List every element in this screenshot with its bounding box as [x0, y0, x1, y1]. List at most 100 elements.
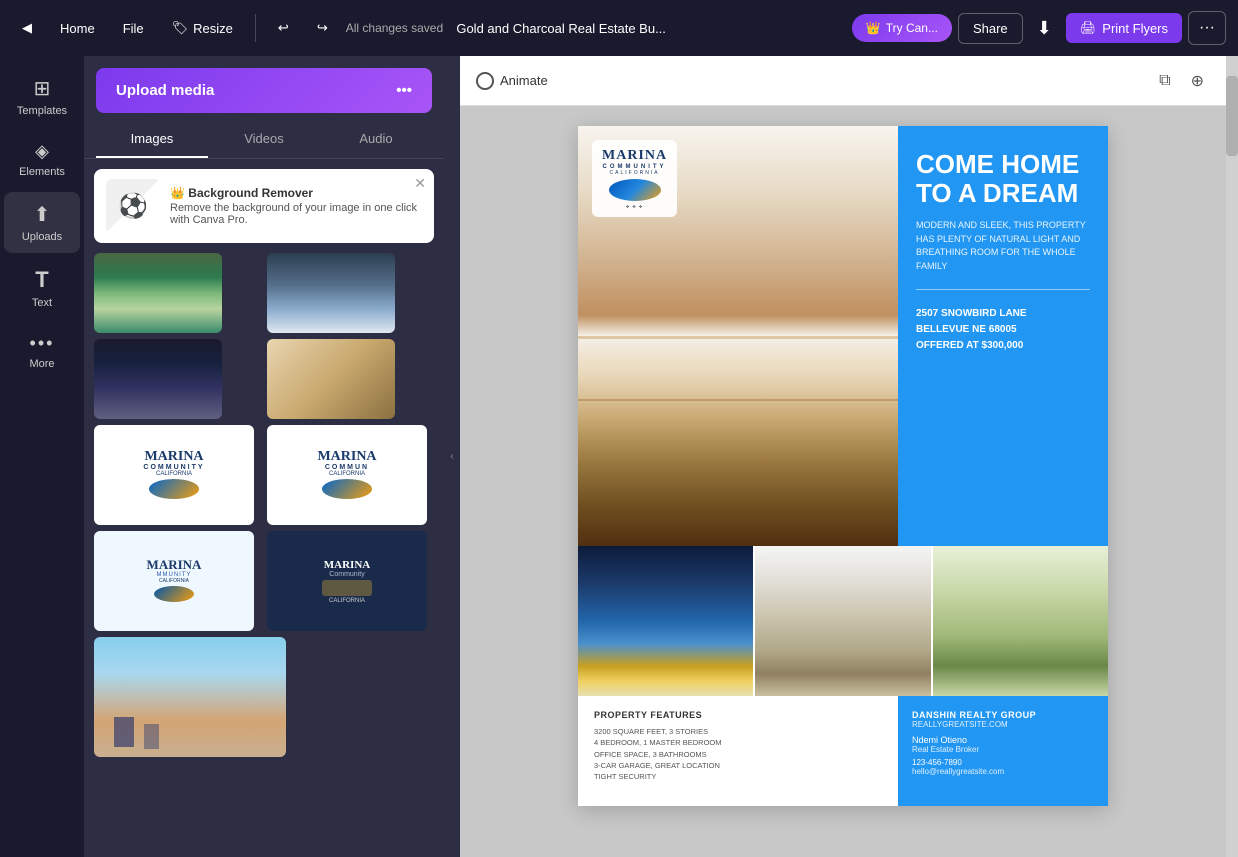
address-line3: OFFERED AT $300,000 [916, 338, 1090, 354]
more-label: More [29, 358, 54, 370]
more-icon: ••• [30, 333, 55, 354]
try-can-label: Try Can... [886, 21, 938, 35]
tab-videos[interactable]: Videos [208, 121, 320, 158]
bg-remover-desc: Remove the background of your image in o… [170, 202, 422, 226]
agent-email: hello@reallygreatsite.com [912, 767, 1094, 776]
feature-1: 3200 SQUARE FEET, 3 STORIES [594, 726, 882, 737]
sidebar-item-text[interactable]: T Text [4, 257, 80, 319]
panel-tabs: Images Videos Audio [84, 121, 444, 159]
text-label: Text [32, 297, 52, 309]
download-button[interactable]: ⬇ [1029, 12, 1060, 45]
resize-button[interactable]: 🏷 Resize [162, 14, 243, 42]
address-line2: BELLEVUE NE 68005 [916, 322, 1090, 338]
undo-icon: ↩ [278, 20, 289, 36]
file-button[interactable]: File [113, 15, 154, 42]
canvas-toolbar-right: ⧉ ⊕ [1153, 67, 1210, 95]
sidebar-item-uploads[interactable]: ⬆ Uploads [4, 192, 80, 253]
text-icon: T [35, 267, 48, 293]
agent-name: Ndemi Otieno [912, 735, 1094, 745]
canvas-area: Animate ⧉ ⊕ M [460, 56, 1226, 857]
bg-remover-title: 👑 Background Remover [170, 186, 422, 200]
print-button[interactable]: 🖨 Print Flyers [1066, 13, 1182, 43]
upload-label: Upload media [116, 82, 214, 99]
list-item[interactable] [94, 339, 222, 419]
print-icon: 🖨 [1080, 20, 1097, 36]
print-label: Print Flyers [1102, 21, 1168, 36]
copy-icon: ⧉ [1159, 72, 1170, 89]
try-canva-button[interactable]: 👑 Try Can... [852, 14, 952, 42]
undo-button[interactable]: ↩ [268, 14, 299, 42]
list-item[interactable]: MARINA COMMUN CALIFORNIA [267, 425, 427, 525]
file-label: File [123, 21, 144, 36]
panel-collapse-handle[interactable]: ‹ [444, 56, 460, 857]
agent-phone: 123-456-7890 [912, 758, 1094, 767]
copy-icon-button[interactable]: ⧉ [1153, 67, 1176, 95]
sidebar-item-templates[interactable]: ⊞ Templates [4, 66, 80, 127]
marina-logo-overlay: MARINA Community CALIFORNIA ✤ ✤ ✤ [592, 140, 677, 217]
close-banner-button[interactable]: ✕ [414, 175, 426, 192]
features-title: PROPERTY FEATURES [594, 710, 882, 720]
home-button[interactable]: Home [50, 15, 105, 42]
upload-media-button[interactable]: Upload media ••• [96, 68, 432, 113]
media-panel: Upload media ••• Images Videos Audio ⚽ [84, 56, 444, 857]
tab-images[interactable]: Images [96, 121, 208, 158]
list-item[interactable] [267, 339, 395, 419]
list-item[interactable] [267, 253, 395, 333]
canvas-toolbar: Animate ⧉ ⊕ [460, 56, 1226, 106]
list-item[interactable]: MARINA Community CALIFORNIA [267, 531, 427, 631]
uploads-label: Uploads [22, 231, 62, 243]
add-icon-button[interactable]: ⊕ [1185, 67, 1210, 95]
list-item[interactable]: MARINA MMUNITY CALIFORNIA [94, 531, 254, 631]
animate-label: Animate [500, 73, 548, 88]
flyer-photo-grid [578, 546, 1108, 696]
right-scrollbar[interactable] [1226, 56, 1238, 857]
flyer-top-section: MARINA Community CALIFORNIA ✤ ✤ ✤ [578, 126, 1108, 546]
share-button[interactable]: Share [958, 13, 1023, 44]
agent-company: DANSHIN REALTY GROUP [912, 710, 1094, 720]
tab-audio[interactable]: Audio [320, 121, 432, 158]
sidebar-item-elements[interactable]: ◈ Elements [4, 131, 80, 188]
flyer-features: PROPERTY FEATURES 3200 SQUARE FEET, 3 ST… [578, 696, 898, 806]
main-area: ⊞ Templates ◈ Elements ⬆ Uploads T Text … [0, 56, 1238, 857]
sidebar-item-more[interactable]: ••• More [4, 323, 80, 380]
image-grid: MARINA COMMUNITY CALIFORNIA MARINA COMMU… [94, 253, 434, 757]
address-line1: 2507 SNOWBIRD LANE [916, 306, 1090, 322]
features-list: 3200 SQUARE FEET, 3 STORIES 4 BEDROOM, 1… [594, 726, 882, 782]
bg-remover-thumbnail: ⚽ [106, 179, 160, 233]
redo-icon: ↪ [317, 20, 328, 36]
canvas-scroll[interactable]: MARINA Community CALIFORNIA ✤ ✤ ✤ [460, 106, 1226, 857]
download-icon: ⬇ [1037, 18, 1052, 38]
resize-label: Resize [193, 21, 233, 36]
templates-label: Templates [17, 105, 67, 117]
feature-4: 3-CAR GARAGE, GREAT LOCATION [594, 760, 882, 771]
crown-icon: 👑 [866, 21, 881, 35]
add-icon: ⊕ [1191, 73, 1204, 90]
back-button[interactable]: ◀ [12, 14, 42, 42]
flyer-subtext: MODERN AND SLEEK, THIS PROPERTY HAS PLEN… [916, 219, 1090, 273]
uploads-icon: ⬆ [34, 202, 51, 227]
more-options-button[interactable]: ··· [1188, 11, 1226, 45]
flyer-agent-info: DANSHIN REALTY GROUP REALLYGREATSITE.COM… [898, 696, 1108, 806]
doc-title: Gold and Charcoal Real Estate Bu... [451, 21, 671, 36]
animate-button[interactable]: Animate [476, 72, 548, 90]
agent-title: Real Estate Broker [912, 745, 1094, 754]
list-item[interactable] [94, 637, 286, 757]
divider-1 [255, 14, 256, 42]
list-item[interactable]: MARINA COMMUNITY CALIFORNIA [94, 425, 254, 525]
animate-circle-icon [476, 72, 494, 90]
flyer-address: 2507 SNOWBIRD LANE BELLEVUE NE 68005 OFF… [916, 306, 1090, 354]
more-icon: ··· [1199, 19, 1215, 36]
saved-status: All changes saved [346, 21, 443, 35]
chevron-left-icon: ‹ [450, 451, 453, 462]
flyer-divider [916, 289, 1090, 290]
redo-button[interactable]: ↪ [307, 14, 338, 42]
home-label: Home [60, 21, 95, 36]
feature-5: TIGHT SECURITY [594, 771, 882, 782]
panel-content: ⚽ 👑 Background Remover Remove the backgr… [84, 159, 444, 857]
photo-cell-pool [578, 546, 753, 696]
photo-cell-living [755, 546, 930, 696]
resize-icon: 🏷 [172, 20, 189, 36]
templates-icon: ⊞ [34, 76, 51, 101]
list-item[interactable] [94, 253, 222, 333]
flyer-canvas: MARINA Community CALIFORNIA ✤ ✤ ✤ [578, 126, 1108, 806]
